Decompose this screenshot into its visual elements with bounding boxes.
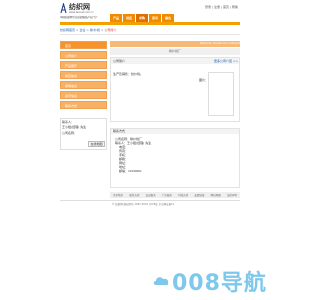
sidebar-item-supply[interactable]: 供应信息 bbox=[60, 71, 107, 79]
main-nav: 产品 供应 求购 资讯 展会 bbox=[110, 14, 174, 22]
contact-list: 公司名称：棉纱线厂 联系人：王小姐(经理) 先生 电话： 传真： 手机： 邮箱：… bbox=[115, 137, 235, 173]
top-links: 登录| 注册| 首页| 帮助 bbox=[205, 5, 238, 9]
brand-title[interactable]: 纺织网 bbox=[69, 3, 90, 11]
contact-row: 邮编：1020000 bbox=[119, 169, 142, 173]
breadcrumb-subcategory[interactable]: 棉/纱线 bbox=[90, 28, 100, 32]
help-link[interactable]: 帮助 bbox=[232, 5, 238, 9]
footer-link[interactable]: 友情链接 bbox=[194, 193, 204, 197]
sidebar-item-products[interactable]: 产品展厅 bbox=[60, 61, 107, 69]
home-link[interactable]: 首页 bbox=[223, 5, 229, 9]
footer-link[interactable]: 会员服务 bbox=[146, 193, 156, 197]
brand-url: www.texnet.com.cn bbox=[69, 11, 94, 14]
tab-products[interactable]: 产品 bbox=[110, 14, 122, 22]
sidebar-company-label: 公司名称： bbox=[62, 131, 78, 135]
footer-links: 关于我们 联系方式 会员服务 广告服务 付款方式 友情链接 网站地图 法律声明 bbox=[110, 192, 240, 198]
breadcrumb: 纺织网首页 > 企业 > 棉/纱线 > 公司简介 bbox=[60, 28, 117, 32]
watermark: 008导航 bbox=[152, 265, 267, 297]
divider bbox=[60, 34, 240, 35]
nav-underline bbox=[60, 22, 240, 25]
footer-link[interactable]: 付款方式 bbox=[178, 193, 188, 197]
photo-caption: 图片： bbox=[199, 78, 209, 82]
tab-news[interactable]: 资讯 bbox=[149, 14, 161, 22]
main-header-note: Welcome, texnet.com.cn/shopid bbox=[200, 42, 241, 45]
footer-link[interactable]: 关于我们 bbox=[113, 193, 123, 197]
tab-exhibition[interactable]: 展会 bbox=[162, 14, 174, 22]
breadcrumb-category[interactable]: 企业 bbox=[79, 28, 85, 32]
sidebar-contact-person-value: 王小姐(经理) 先生 bbox=[62, 125, 87, 129]
contact-panel-header bbox=[111, 129, 239, 134]
brand-tagline: 中国纺织网专业纺织服装产业门户 bbox=[60, 16, 98, 19]
more-intro-link[interactable]: 更多公司介绍 >> bbox=[214, 59, 238, 63]
footer-link[interactable]: 联系方式 bbox=[129, 193, 139, 197]
sidebar-item-contact[interactable]: 联系方式 bbox=[60, 101, 107, 109]
company-name: 棉纱线厂 bbox=[168, 49, 181, 53]
footer-divider bbox=[60, 200, 240, 201]
breadcrumb-home[interactable]: 纺织网首页 bbox=[60, 28, 75, 32]
intro-title: 公司简介 bbox=[113, 59, 126, 63]
sidebar-item-intro[interactable]: 公司简介 bbox=[60, 51, 107, 59]
footer-copyright: © 纺织网 版权所有 1997-2019 京ICP证 京公网安备11 bbox=[112, 203, 175, 206]
tab-buy[interactable]: 求购 bbox=[136, 14, 148, 22]
sidebar-item-home[interactable]: 首页 bbox=[60, 41, 107, 49]
login-link[interactable]: 登录 bbox=[205, 5, 211, 9]
company-photo bbox=[208, 72, 234, 116]
breadcrumb-current: 公司简介 bbox=[104, 28, 117, 32]
contact-title: 联系方式 bbox=[113, 129, 126, 133]
watermark-text: 008导航 bbox=[172, 271, 267, 296]
online-map-button[interactable]: 在线地图 bbox=[88, 141, 105, 147]
contact-person-label: 联系人： bbox=[62, 120, 75, 124]
footer-link[interactable]: 网站地图 bbox=[211, 193, 221, 197]
intro-text: 生产及销售：纺纱线。 bbox=[113, 72, 144, 76]
sidebar: 首页 公司简介 产品展厅 供应信息 求购信息 资讯信息 联系方式 bbox=[60, 41, 107, 111]
brand-logo-icon bbox=[60, 3, 67, 14]
sidebar-item-buy[interactable]: 求购信息 bbox=[60, 81, 107, 89]
cloud-icon bbox=[153, 277, 169, 285]
register-link[interactable]: 注册 bbox=[214, 5, 220, 9]
tab-supply[interactable]: 供应 bbox=[123, 14, 135, 22]
footer-link[interactable]: 广告服务 bbox=[162, 193, 172, 197]
sidebar-item-news[interactable]: 资讯信息 bbox=[60, 91, 107, 99]
sidebar-contact-person: 联系人： bbox=[62, 120, 74, 124]
footer-link[interactable]: 法律声明 bbox=[227, 193, 237, 197]
